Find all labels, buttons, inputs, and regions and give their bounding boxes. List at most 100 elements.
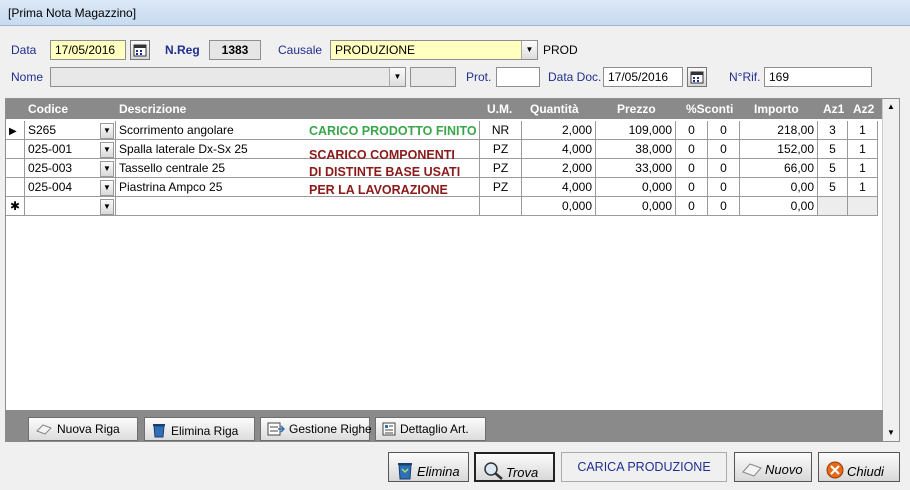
cell-quantita[interactable]: 2,000: [522, 159, 596, 178]
rows-grid[interactable]: Codice Descrizione U.M. Quantità Prezzo …: [5, 98, 900, 442]
col-quantita[interactable]: Quantità: [530, 99, 590, 119]
manage-rows-icon: [267, 422, 286, 439]
chevron-down-icon[interactable]: ▼: [100, 142, 114, 158]
cell-um[interactable]: PZ: [480, 140, 522, 159]
cell-az1[interactable]: 3: [818, 121, 848, 140]
chevron-down-icon[interactable]: ▼: [521, 41, 537, 59]
cell-sconto2[interactable]: 0: [708, 159, 740, 178]
chiudi-button[interactable]: Chiudi: [818, 452, 900, 482]
cell-importo[interactable]: 66,00: [740, 159, 818, 178]
cell-sconto1-new[interactable]: 0: [676, 197, 708, 216]
vertical-scrollbar[interactable]: ▲ ▼: [882, 99, 899, 441]
causale-code: PROD: [543, 43, 578, 57]
row-selector[interactable]: ▶: [6, 121, 25, 140]
col-az2[interactable]: Az2: [853, 99, 883, 119]
col-prezzo[interactable]: Prezzo: [617, 99, 677, 119]
data-field[interactable]: 17/05/2016: [50, 40, 126, 60]
cell-az1[interactable]: 5: [818, 140, 848, 159]
cell-sconto2[interactable]: 0: [708, 178, 740, 197]
nreg-field: 1383: [209, 40, 261, 60]
cell-importo[interactable]: 0,00: [740, 178, 818, 197]
cell-az1[interactable]: 5: [818, 178, 848, 197]
cell-importo-new[interactable]: 0,00: [740, 197, 818, 216]
prot-field[interactable]: [496, 67, 540, 87]
gestione-righe-button[interactable]: Gestione Righe: [260, 417, 372, 441]
cell-quantita[interactable]: 4,000: [522, 140, 596, 159]
elimina-riga-button[interactable]: Elimina Riga: [144, 417, 255, 441]
row-selector[interactable]: [6, 140, 25, 159]
cell-az2[interactable]: 1: [848, 140, 878, 159]
nreg-label: N.Reg: [165, 43, 200, 57]
cell-um-new[interactable]: [480, 197, 522, 216]
col-descrizione[interactable]: Descrizione: [119, 99, 319, 119]
cell-quantita-new[interactable]: 0,000: [522, 197, 596, 216]
close-icon: [825, 460, 845, 483]
cell-um[interactable]: PZ: [480, 159, 522, 178]
nuovo-button[interactable]: Nuovo: [734, 452, 812, 482]
scarico-annotation-line3: PER LA LAVORAZIONE: [309, 183, 448, 197]
new-row-marker: ✱: [6, 197, 25, 216]
cell-sconto1[interactable]: 0: [676, 159, 708, 178]
cell-sconto1[interactable]: 0: [676, 178, 708, 197]
carica-produzione-button[interactable]: CARICA PRODUZIONE: [561, 452, 727, 482]
col-importo[interactable]: Importo: [754, 99, 814, 119]
dettaglio-art-label: Dettaglio Art.: [400, 422, 469, 436]
causale-select[interactable]: PRODUZIONE ▼: [330, 40, 538, 60]
col-um[interactable]: U.M.: [487, 99, 527, 119]
elimina-button[interactable]: Elimina: [388, 452, 469, 482]
nome-code-field: [410, 67, 456, 87]
recycle-bin-icon: [151, 422, 167, 441]
cell-quantita[interactable]: 4,000: [522, 178, 596, 197]
cell-az2-new[interactable]: [848, 197, 878, 216]
chevron-down-icon[interactable]: ▼: [100, 161, 114, 177]
cell-um[interactable]: PZ: [480, 178, 522, 197]
window-title: [Prima Nota Magazzino]: [0, 0, 910, 26]
cell-importo[interactable]: 152,00: [740, 140, 818, 159]
chevron-down-icon[interactable]: ▼: [100, 180, 114, 196]
col-codice[interactable]: Codice: [28, 99, 108, 119]
chevron-down-icon[interactable]: ▼: [100, 199, 114, 215]
cell-sconto1[interactable]: 0: [676, 121, 708, 140]
cell-prezzo[interactable]: 0,000: [596, 178, 676, 197]
datadoc-field[interactable]: 17/05/2016: [603, 67, 683, 87]
cell-importo[interactable]: 218,00: [740, 121, 818, 140]
cell-sconto2-new[interactable]: 0: [708, 197, 740, 216]
cell-um[interactable]: NR: [480, 121, 522, 140]
causale-value: PRODUZIONE: [335, 43, 416, 57]
nuova-riga-label: Nuova Riga: [57, 422, 120, 436]
chevron-down-icon[interactable]: ▼: [100, 123, 114, 139]
cell-quantita[interactable]: 2,000: [522, 121, 596, 140]
scroll-up-icon[interactable]: ▲: [883, 99, 899, 115]
cell-az1[interactable]: 5: [818, 159, 848, 178]
data-calendar-button[interactable]: [130, 40, 150, 60]
cell-sconto2[interactable]: 0: [708, 121, 740, 140]
scroll-down-icon[interactable]: ▼: [883, 425, 899, 441]
cell-prezzo[interactable]: 38,000: [596, 140, 676, 159]
cell-az1-new[interactable]: [818, 197, 848, 216]
cell-prezzo-new[interactable]: 0,000: [596, 197, 676, 216]
col-az1[interactable]: Az1: [823, 99, 853, 119]
cell-prezzo[interactable]: 109,000: [596, 121, 676, 140]
cell-az2[interactable]: 1: [848, 121, 878, 140]
nuova-riga-button[interactable]: Nuova Riga: [28, 417, 138, 441]
cell-descrizione-new[interactable]: [116, 197, 480, 216]
chiudi-label: Chiudi: [847, 464, 884, 479]
cell-prezzo[interactable]: 33,000: [596, 159, 676, 178]
nrif-field[interactable]: 169: [764, 67, 872, 87]
cell-sconto2[interactable]: 0: [708, 140, 740, 159]
calendar-icon: [133, 44, 147, 57]
row-selector[interactable]: [6, 178, 25, 197]
cell-sconto1[interactable]: 0: [676, 140, 708, 159]
cell-az2[interactable]: 1: [848, 178, 878, 197]
magnifier-icon: [482, 461, 504, 484]
cell-az2[interactable]: 1: [848, 159, 878, 178]
row-selector[interactable]: [6, 159, 25, 178]
col-sconti[interactable]: %Sconti: [686, 99, 746, 119]
dettaglio-art-button[interactable]: Dettaglio Art.: [375, 417, 486, 441]
trova-button[interactable]: Trova: [474, 452, 555, 482]
nuovo-label: Nuovo: [765, 462, 803, 477]
nome-select[interactable]: ▼: [50, 67, 406, 87]
scarico-annotation-line2: DI DISTINTE BASE USATI: [309, 165, 461, 179]
chevron-down-icon[interactable]: ▼: [389, 68, 405, 86]
datadoc-calendar-button[interactable]: [687, 67, 707, 87]
